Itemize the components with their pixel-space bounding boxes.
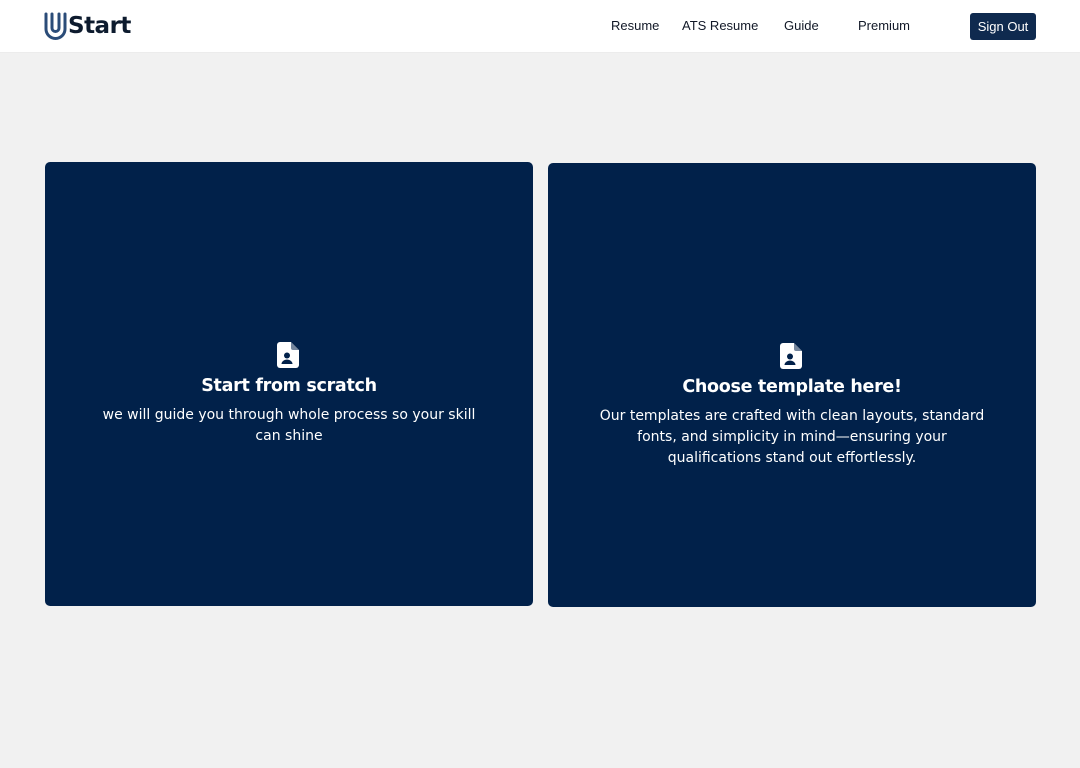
nav-link-premium[interactable]: Premium <box>858 17 910 35</box>
resume-file-icon <box>277 342 299 368</box>
nav-link-resume[interactable]: Resume <box>611 17 659 35</box>
card-description: Our templates are crafted with clean lay… <box>599 408 985 466</box>
card-title: Start from scratch <box>201 376 377 396</box>
card-description: we will guide you through whole process … <box>102 407 476 444</box>
nav-link-ats-resume[interactable]: ATS Resume <box>682 17 758 35</box>
start-from-scratch-card[interactable]: Start from scratch we will guide you thr… <box>45 162 533 606</box>
brand-name: Start <box>68 13 131 39</box>
resume-file-icon <box>780 343 802 369</box>
nav-link-guide[interactable]: Guide <box>784 17 819 35</box>
brand-logo[interactable]: Start <box>43 11 131 41</box>
card-title: Choose template here! <box>682 377 902 397</box>
paperclip-u-icon <box>44 12 67 40</box>
sign-out-button[interactable]: Sign Out <box>970 13 1036 40</box>
choose-template-card[interactable]: Choose template here! Our templates are … <box>548 163 1036 607</box>
top-navbar: Start Resume ATS Resume Guide Premium Si… <box>0 0 1080 53</box>
